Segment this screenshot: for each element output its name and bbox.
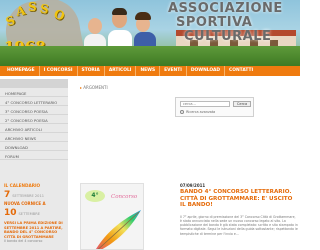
article-body: Il 7° aprile, giorno di premiazione del … — [180, 214, 298, 236]
sidebar-item-forum[interactable]: FORUM — [0, 151, 68, 160]
calendar-label: IL CALENDARIO — [4, 183, 41, 188]
search-input[interactable] — [180, 101, 230, 107]
event-month: SETTEMBRE — [18, 212, 41, 216]
sidebar-item-download[interactable]: DOWNLOAD — [0, 142, 68, 151]
main-content: ▸ ARGOMENTI Cerca Ricerca avanzata 4° Co… — [68, 79, 300, 250]
feather-icon — [96, 210, 141, 249]
sidebar-item-archivio-news[interactable]: ARCHIVIO NEWS — [0, 133, 68, 142]
calendar-event[interactable]: 7 SETTEMBRE 2011 — [4, 190, 66, 200]
advanced-search-label: Ricerca avanzata — [186, 110, 216, 114]
calendar-event[interactable]: 10 SETTEMBRE — [4, 208, 66, 218]
radio-icon[interactable] — [180, 110, 184, 114]
article-date: 07/09/2011 — [180, 183, 206, 188]
sidebar-item-2-concorso[interactable]: 2° CONCORSO POESIA — [0, 115, 68, 124]
arrow-right-icon: ▸ — [80, 85, 83, 90]
nav-contatti[interactable]: CONTATTI — [225, 66, 257, 76]
event-day: 7 — [4, 190, 11, 200]
nav-homepage[interactable]: HOMEPAGE — [3, 66, 40, 76]
nav-articoli[interactable]: ARTICOLI — [105, 66, 137, 76]
poster-badge: 4° — [85, 190, 105, 202]
sidebar: HOMEPAGE 4° CONCORSO LETTERARIO 3° CONCO… — [0, 79, 68, 250]
news-item-excerpt: Il bando del 4 concorso — [4, 239, 43, 244]
nav-concorsi[interactable]: I CONCORSI — [40, 66, 78, 76]
breadcrumb-label[interactable]: ARGOMENTI — [83, 85, 107, 90]
site-header: S A S S O 1968 ASSOCIAZIONE SPORTIVA CUL… — [0, 0, 300, 66]
search-box: Cerca Ricerca avanzata — [175, 97, 254, 117]
event-day: 10 — [4, 208, 17, 218]
nav-storia[interactable]: STORIA — [78, 66, 105, 76]
sidebar-header — [0, 79, 68, 88]
sidebar-item-homepage[interactable]: HOMEPAGE — [0, 88, 68, 97]
header-landscape — [0, 46, 300, 66]
contest-poster[interactable]: 4° Concorso — [80, 183, 144, 250]
breadcrumb: ▸ ARGOMENTI — [80, 85, 108, 90]
nav-eventi[interactable]: EVENTI — [160, 66, 187, 76]
nav-news[interactable]: NEWS — [136, 66, 161, 76]
main-nav: HOMEPAGE I CONCORSI STORIA ARTICOLI NEWS… — [0, 66, 300, 76]
poster-title: Concorso — [111, 194, 138, 200]
sidebar-item-3-concorso[interactable]: 3° CONCORSO POESIA — [0, 106, 68, 115]
nav-download[interactable]: DOWNLOAD — [187, 66, 226, 76]
news-item-title[interactable]: VERSI LA PRIMA EDIZIONE DI SETTEMBRE 201… — [4, 221, 66, 239]
article: 07/09/2011 BANDO 4° CONCORSO LETTERARIO.… — [180, 183, 298, 236]
advanced-search[interactable]: Ricerca avanzata — [180, 110, 215, 114]
sidebar-item-archivio-articoli[interactable]: ARCHIVIO ARTICOLI — [0, 124, 68, 133]
event-month: SETTEMBRE 2011 — [12, 194, 45, 198]
search-button[interactable]: Cerca — [233, 101, 251, 107]
calendar: IL CALENDARIO 7 SETTEMBRE 2011 NUOVA COR… — [4, 183, 66, 244]
event-link[interactable]: NUOVA CORNICE A — [4, 201, 66, 206]
article-title[interactable]: BANDO 4° CONCORSO LETTERARIO. CITTÀ DI G… — [180, 189, 298, 209]
sidebar-item-4-concorso[interactable]: 4° CONCORSO LETTERARIO — [0, 97, 68, 106]
site-title: ASSOCIAZIONE SPORTIVA CULTURALE — [168, 1, 283, 44]
